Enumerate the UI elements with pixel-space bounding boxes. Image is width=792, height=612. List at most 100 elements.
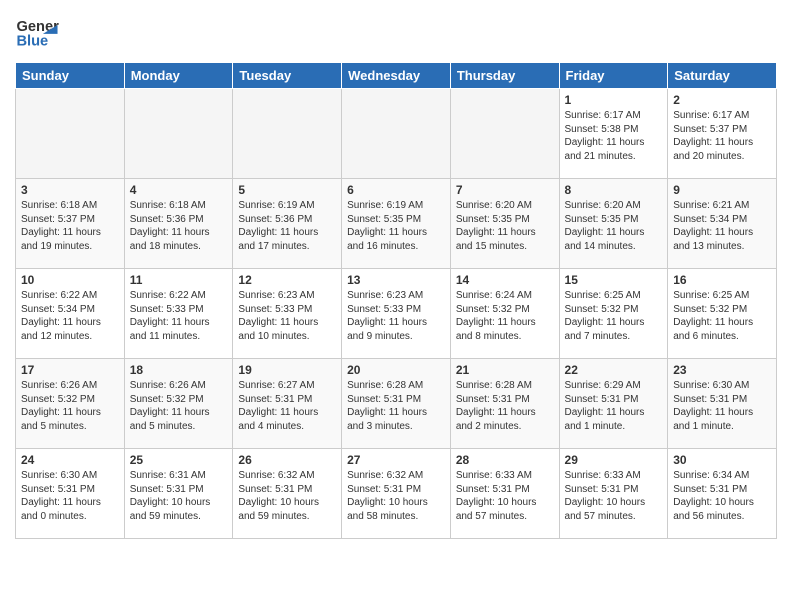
day-cell-1: 1 Sunrise: 6:17 AMSunset: 5:38 PMDaylight… bbox=[559, 89, 668, 179]
day-number: 19 bbox=[238, 363, 336, 377]
day-number: 2 bbox=[673, 93, 771, 107]
day-info: Sunrise: 6:22 AMSunset: 5:33 PMDaylight:… bbox=[130, 289, 228, 343]
day-info: Sunrise: 6:34 AMSunset: 5:31 PMDaylight:… bbox=[673, 469, 771, 523]
day-info: Sunrise: 6:23 AMSunset: 5:33 PMDaylight:… bbox=[238, 289, 336, 343]
day-info: Sunrise: 6:17 AMSunset: 5:37 PMDaylight:… bbox=[673, 109, 771, 163]
page: General Blue SundayMondayTuesdayWednesda… bbox=[0, 0, 792, 612]
day-cell-28: 28 Sunrise: 6:33 AMSunset: 5:31 PMDayligh… bbox=[450, 449, 559, 539]
day-cell-4: 4 Sunrise: 6:18 AMSunset: 5:36 PMDaylight… bbox=[124, 179, 233, 269]
day-info: Sunrise: 6:17 AMSunset: 5:38 PMDaylight:… bbox=[565, 109, 663, 163]
day-number: 20 bbox=[347, 363, 445, 377]
day-cell-5: 5Sunrise: 6:19 AMSunset: 5:36 PMDaylight… bbox=[233, 179, 342, 269]
day-cell-17: 17Sunrise: 6:26 AMSunset: 5:32 PMDayligh… bbox=[16, 359, 125, 449]
day-cell-23: 23 Sunrise: 6:30 AMSunset: 5:31 PMDayligh… bbox=[668, 359, 777, 449]
day-cell-13: 13 Sunrise: 6:23 AMSunset: 5:33 PMDayligh… bbox=[342, 269, 451, 359]
day-info: Sunrise: 6:30 AMSunset: 5:31 PMDaylight:… bbox=[21, 469, 119, 523]
weekday-header-friday: Friday bbox=[559, 63, 668, 89]
day-number: 24 bbox=[21, 453, 119, 467]
header: General Blue bbox=[15, 10, 777, 54]
day-number: 15 bbox=[565, 273, 663, 287]
day-cell-10: 10 Sunrise: 6:22 AMSunset: 5:34 PMDayligh… bbox=[16, 269, 125, 359]
day-info: Sunrise: 6:20 AMSunset: 5:35 PMDaylight:… bbox=[565, 199, 663, 253]
day-info: Sunrise: 6:29 AMSunset: 5:31 PMDaylight:… bbox=[565, 379, 663, 433]
day-info: Sunrise: 6:31 AMSunset: 5:31 PMDaylight:… bbox=[130, 469, 228, 523]
day-cell-18: 18Sunrise: 6:26 AMSunset: 5:32 PMDayligh… bbox=[124, 359, 233, 449]
empty-cell bbox=[342, 89, 451, 179]
day-info: Sunrise: 6:19 AMSunset: 5:36 PMDaylight:… bbox=[238, 199, 336, 253]
empty-cell bbox=[124, 89, 233, 179]
day-cell-25: 25 Sunrise: 6:31 AMSunset: 5:31 PMDayligh… bbox=[124, 449, 233, 539]
day-number: 22 bbox=[565, 363, 663, 377]
day-cell-8: 8 Sunrise: 6:20 AMSunset: 5:35 PMDaylight… bbox=[559, 179, 668, 269]
day-number: 3 bbox=[21, 183, 119, 197]
weekday-header-tuesday: Tuesday bbox=[233, 63, 342, 89]
day-number: 12 bbox=[238, 273, 336, 287]
day-info: Sunrise: 6:18 AMSunset: 5:37 PMDaylight:… bbox=[21, 199, 119, 253]
day-info: Sunrise: 6:25 AMSunset: 5:32 PMDaylight:… bbox=[565, 289, 663, 343]
day-number: 27 bbox=[347, 453, 445, 467]
week-row-1: 1 Sunrise: 6:17 AMSunset: 5:38 PMDaylight… bbox=[16, 89, 777, 179]
day-cell-2: 2 Sunrise: 6:17 AMSunset: 5:37 PMDaylight… bbox=[668, 89, 777, 179]
weekday-header-monday: Monday bbox=[124, 63, 233, 89]
day-info: Sunrise: 6:25 AMSunset: 5:32 PMDaylight:… bbox=[673, 289, 771, 343]
week-row-5: 24 Sunrise: 6:30 AMSunset: 5:31 PMDayligh… bbox=[16, 449, 777, 539]
day-number: 25 bbox=[130, 453, 228, 467]
day-cell-19: 19Sunrise: 6:27 AMSunset: 5:31 PMDayligh… bbox=[233, 359, 342, 449]
day-number: 11 bbox=[130, 273, 228, 287]
day-cell-16: 16 Sunrise: 6:25 AMSunset: 5:32 PMDayligh… bbox=[668, 269, 777, 359]
day-number: 9 bbox=[673, 183, 771, 197]
day-number: 21 bbox=[456, 363, 554, 377]
day-info: Sunrise: 6:20 AMSunset: 5:35 PMDaylight:… bbox=[456, 199, 554, 253]
day-info: Sunrise: 6:33 AMSunset: 5:31 PMDaylight:… bbox=[565, 469, 663, 523]
day-cell-12: 12 Sunrise: 6:23 AMSunset: 5:33 PMDayligh… bbox=[233, 269, 342, 359]
week-row-3: 10 Sunrise: 6:22 AMSunset: 5:34 PMDayligh… bbox=[16, 269, 777, 359]
day-info: Sunrise: 6:22 AMSunset: 5:34 PMDaylight:… bbox=[21, 289, 119, 343]
empty-cell bbox=[233, 89, 342, 179]
day-cell-21: 21 Sunrise: 6:28 AMSunset: 5:31 PMDayligh… bbox=[450, 359, 559, 449]
day-cell-20: 20 Sunrise: 6:28 AMSunset: 5:31 PMDayligh… bbox=[342, 359, 451, 449]
day-cell-7: 7 Sunrise: 6:20 AMSunset: 5:35 PMDaylight… bbox=[450, 179, 559, 269]
day-cell-29: 29 Sunrise: 6:33 AMSunset: 5:31 PMDayligh… bbox=[559, 449, 668, 539]
empty-cell bbox=[16, 89, 125, 179]
day-cell-24: 24 Sunrise: 6:30 AMSunset: 5:31 PMDayligh… bbox=[16, 449, 125, 539]
day-number: 4 bbox=[130, 183, 228, 197]
day-number: 1 bbox=[565, 93, 663, 107]
calendar: SundayMondayTuesdayWednesdayThursdayFrid… bbox=[15, 62, 777, 539]
day-cell-11: 11 Sunrise: 6:22 AMSunset: 5:33 PMDayligh… bbox=[124, 269, 233, 359]
day-cell-3: 3 Sunrise: 6:18 AMSunset: 5:37 PMDaylight… bbox=[16, 179, 125, 269]
day-number: 6 bbox=[347, 183, 445, 197]
day-number: 8 bbox=[565, 183, 663, 197]
day-info: Sunrise: 6:30 AMSunset: 5:31 PMDaylight:… bbox=[673, 379, 771, 433]
day-info: Sunrise: 6:33 AMSunset: 5:31 PMDaylight:… bbox=[456, 469, 554, 523]
day-info: Sunrise: 6:28 AMSunset: 5:31 PMDaylight:… bbox=[347, 379, 445, 433]
day-number: 29 bbox=[565, 453, 663, 467]
weekday-header-sunday: Sunday bbox=[16, 63, 125, 89]
day-cell-15: 15 Sunrise: 6:25 AMSunset: 5:32 PMDayligh… bbox=[559, 269, 668, 359]
day-cell-6: 6 Sunrise: 6:19 AMSunset: 5:35 PMDaylight… bbox=[342, 179, 451, 269]
day-info: Sunrise: 6:21 AMSunset: 5:34 PMDaylight:… bbox=[673, 199, 771, 253]
day-number: 16 bbox=[673, 273, 771, 287]
day-number: 23 bbox=[673, 363, 771, 377]
day-cell-26: 26 Sunrise: 6:32 AMSunset: 5:31 PMDayligh… bbox=[233, 449, 342, 539]
day-number: 10 bbox=[21, 273, 119, 287]
day-info: Sunrise: 6:24 AMSunset: 5:32 PMDaylight:… bbox=[456, 289, 554, 343]
day-info: Sunrise: 6:32 AMSunset: 5:31 PMDaylight:… bbox=[238, 469, 336, 523]
day-cell-22: 22 Sunrise: 6:29 AMSunset: 5:31 PMDayligh… bbox=[559, 359, 668, 449]
day-number: 14 bbox=[456, 273, 554, 287]
logo: General Blue bbox=[15, 10, 59, 54]
week-row-2: 3 Sunrise: 6:18 AMSunset: 5:37 PMDaylight… bbox=[16, 179, 777, 269]
day-info: Sunrise: 6:23 AMSunset: 5:33 PMDaylight:… bbox=[347, 289, 445, 343]
weekday-header-wednesday: Wednesday bbox=[342, 63, 451, 89]
day-number: 7 bbox=[456, 183, 554, 197]
day-number: 13 bbox=[347, 273, 445, 287]
day-number: 26 bbox=[238, 453, 336, 467]
day-cell-30: 30Sunrise: 6:34 AMSunset: 5:31 PMDayligh… bbox=[668, 449, 777, 539]
day-info: Sunrise: 6:28 AMSunset: 5:31 PMDaylight:… bbox=[456, 379, 554, 433]
empty-cell bbox=[450, 89, 559, 179]
weekday-header-row: SundayMondayTuesdayWednesdayThursdayFrid… bbox=[16, 63, 777, 89]
week-row-4: 17Sunrise: 6:26 AMSunset: 5:32 PMDayligh… bbox=[16, 359, 777, 449]
day-number: 17 bbox=[21, 363, 119, 377]
day-info: Sunrise: 6:18 AMSunset: 5:36 PMDaylight:… bbox=[130, 199, 228, 253]
day-number: 28 bbox=[456, 453, 554, 467]
day-info: Sunrise: 6:19 AMSunset: 5:35 PMDaylight:… bbox=[347, 199, 445, 253]
